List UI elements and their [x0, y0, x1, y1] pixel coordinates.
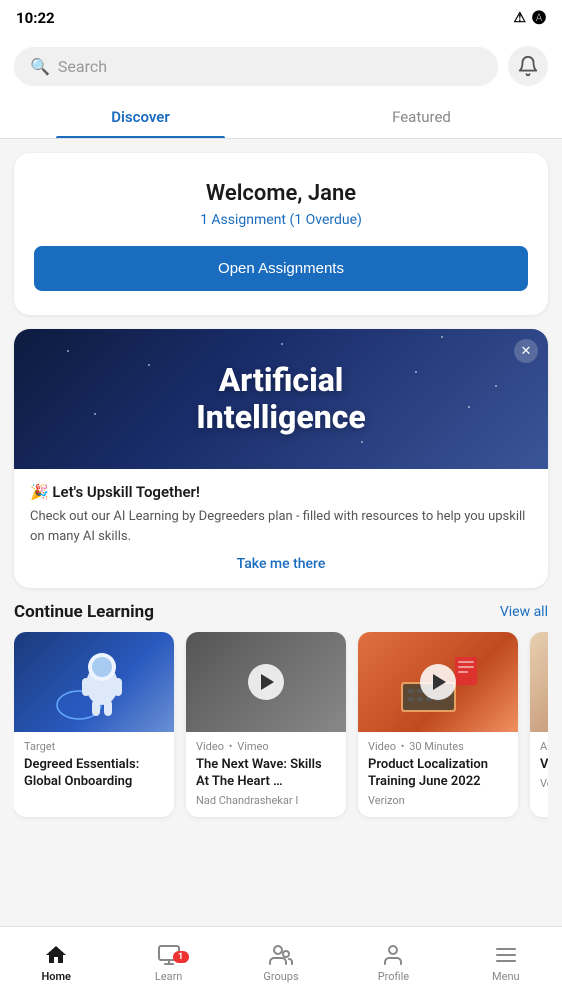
- card-body-1: Target Degreed Essentials: Global Onboar…: [14, 732, 174, 801]
- card-thumb-3: [358, 632, 518, 732]
- card-thumb-4: [530, 632, 548, 732]
- card-author-4: Verizon Wom…: [540, 777, 548, 790]
- ai-banner-card: Artificial Intelligence ✕ 🎉 Let's Upskil…: [14, 329, 548, 588]
- bell-icon: [517, 55, 539, 77]
- search-icon: 🔍: [30, 57, 50, 76]
- status-time: 10:22: [16, 9, 55, 27]
- learning-cards-row: Target Degreed Essentials: Global Onboar…: [14, 632, 548, 827]
- play-button-3[interactable]: [420, 664, 456, 700]
- continue-learning-section: Continue Learning View all: [14, 602, 548, 827]
- ai-banner-close-button[interactable]: ✕: [514, 339, 538, 363]
- warning-icon: ⚠: [513, 10, 526, 26]
- card-body-2: Video • Vimeo The Next Wave: Skills At T…: [186, 732, 346, 817]
- card-title-3: Product Localization Training June 2022: [368, 757, 508, 791]
- card-author-2: Nad Chandrashekar I: [196, 794, 336, 807]
- section-title: Continue Learning: [14, 602, 154, 622]
- ai-banner-title: Artificial Intelligence: [196, 362, 365, 436]
- play-icon-2: [261, 674, 274, 690]
- notification-bell-button[interactable]: [508, 46, 548, 86]
- home-icon: [44, 943, 68, 967]
- nav-item-home[interactable]: Home: [0, 927, 112, 998]
- welcome-card: Welcome, Jane 1 Assignment (1 Overdue) O…: [14, 153, 548, 315]
- play-button-2[interactable]: [248, 664, 284, 700]
- card-thumb-2: [186, 632, 346, 732]
- learning-card-3[interactable]: Video • 30 Minutes Product Localization …: [358, 632, 518, 817]
- card-thumb-1: [14, 632, 174, 732]
- card-tag-3: Video • 30 Minutes: [368, 740, 508, 753]
- card-tag-1: Target: [24, 740, 164, 753]
- nav-label-menu: Menu: [492, 970, 520, 983]
- status-icons: ⚠ 🅐: [513, 8, 546, 28]
- astronaut-illustration: [54, 640, 134, 725]
- card-body-4: Article Verizon … With D… Verizon Wom…: [530, 732, 548, 800]
- learning-card-4[interactable]: Article Verizon … With D… Verizon Wom…: [530, 632, 548, 817]
- card-body-3: Video • 30 Minutes Product Localization …: [358, 732, 518, 817]
- tab-discover[interactable]: Discover: [0, 96, 281, 138]
- play-icon-3: [433, 674, 446, 690]
- nav-label-home: Home: [41, 970, 71, 983]
- ai-banner-headline: 🎉 Let's Upskill Together!: [30, 483, 532, 501]
- learning-card-1[interactable]: Target Degreed Essentials: Global Onboar…: [14, 632, 174, 817]
- search-input[interactable]: Search: [58, 57, 107, 76]
- open-assignments-button[interactable]: Open Assignments: [34, 246, 528, 291]
- menu-icon: [494, 943, 518, 967]
- search-container: 🔍 Search: [0, 36, 562, 96]
- view-all-link[interactable]: View all: [500, 604, 548, 620]
- alert-icon: 🅐: [532, 8, 546, 28]
- search-bar[interactable]: 🔍 Search: [14, 47, 498, 86]
- bottom-nav: Home 1 Learn Groups Profile: [0, 926, 562, 998]
- learn-badge: 1: [173, 951, 189, 963]
- ai-banner-body: 🎉 Let's Upskill Together! Check out our …: [14, 469, 548, 588]
- nav-item-menu[interactable]: Menu: [450, 927, 562, 998]
- card-author-3: Verizon: [368, 794, 508, 807]
- tab-featured[interactable]: Featured: [281, 96, 562, 138]
- nav-label-learn: Learn: [155, 970, 183, 983]
- card-title-1: Degreed Essentials: Global Onboarding: [24, 757, 164, 791]
- status-bar: 10:22 ⚠ 🅐: [0, 0, 562, 36]
- nav-label-profile: Profile: [378, 970, 409, 983]
- card-tag-4: Article: [540, 740, 548, 753]
- section-header: Continue Learning View all: [14, 602, 548, 632]
- nav-item-profile[interactable]: Profile: [337, 927, 449, 998]
- ai-banner-cta-link[interactable]: Take me there: [30, 556, 532, 572]
- learning-card-2[interactable]: Video • Vimeo The Next Wave: Skills At T…: [186, 632, 346, 817]
- groups-icon: [269, 943, 293, 967]
- card-tag-2: Video • Vimeo: [196, 740, 336, 753]
- welcome-subtitle: 1 Assignment (1 Overdue): [34, 212, 528, 228]
- ai-banner-description: Check out our AI Learning by Degreeders …: [30, 507, 532, 546]
- bottom-spacer: [14, 841, 548, 921]
- main-content: Welcome, Jane 1 Assignment (1 Overdue) O…: [0, 139, 562, 921]
- ai-banner-image: Artificial Intelligence ✕: [14, 329, 548, 469]
- nav-label-groups: Groups: [263, 970, 298, 983]
- nav-item-learn[interactable]: 1 Learn: [112, 927, 224, 998]
- card-title-4: Verizon … With D…: [540, 757, 548, 774]
- welcome-title: Welcome, Jane: [34, 181, 528, 206]
- profile-icon: [381, 943, 405, 967]
- tabs-container: Discover Featured: [0, 96, 562, 139]
- nav-item-groups[interactable]: Groups: [225, 927, 337, 998]
- card-title-2: The Next Wave: Skills At The Heart …: [196, 757, 336, 791]
